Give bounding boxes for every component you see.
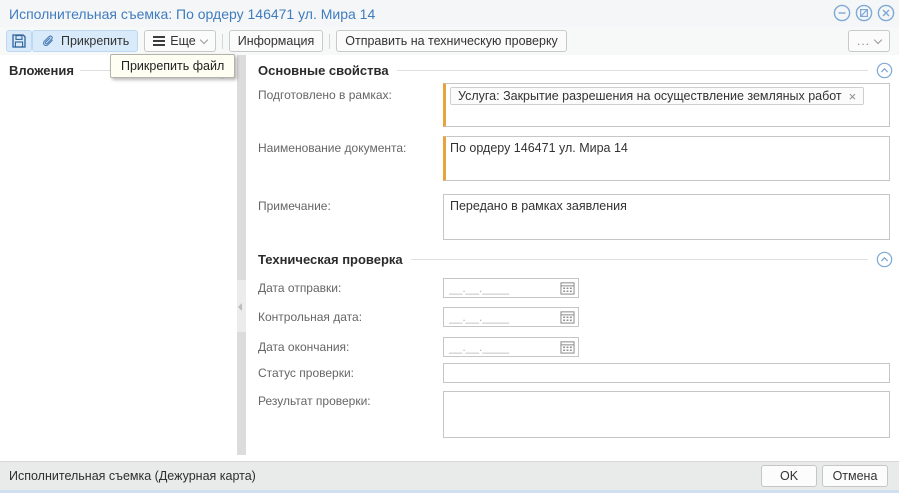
ok-button[interactable]: OK <box>761 465 817 487</box>
send-date-label: Дата отправки: <box>258 281 342 295</box>
check-status-label: Статус проверки: <box>258 366 354 380</box>
save-button[interactable] <box>6 30 32 52</box>
attach-button[interactable]: Прикрепить <box>32 30 139 52</box>
note-input[interactable]: Передано в рамках заявления <box>443 194 890 240</box>
check-result-input[interactable] <box>443 391 890 438</box>
calendar-icon <box>559 341 575 354</box>
header-rule <box>410 259 868 260</box>
minimize-icon <box>833 4 851 22</box>
toolbar-separator <box>329 33 331 49</box>
control-date-calendar-button[interactable] <box>556 308 578 326</box>
send-date-input[interactable] <box>444 279 556 297</box>
collapse-main-section-button[interactable] <box>876 62 893 79</box>
minimize-button[interactable] <box>833 4 851 22</box>
close-button[interactable] <box>877 4 895 22</box>
overflow-dots-label: ... <box>856 34 870 48</box>
more-button[interactable]: Еще <box>144 30 216 52</box>
restore-icon <box>855 4 873 22</box>
toolbar-left-group: Прикрепить Еще Информация Отправить на т… <box>6 30 567 52</box>
calendar-icon <box>559 282 575 295</box>
toolbar-separator <box>221 33 223 49</box>
end-date-calendar-button[interactable] <box>556 338 578 356</box>
attachments-panel-title: Вложения <box>9 63 74 78</box>
footer-bar: Исполнительная съемка (Дежурная карта) O… <box>0 461 899 490</box>
remove-tag-icon[interactable]: × <box>849 90 857 103</box>
cancel-button[interactable]: Отмена <box>822 465 888 487</box>
send-to-technical-check-button[interactable]: Отправить на техническую проверку <box>336 30 567 52</box>
main-section-title: Основные свойства <box>258 63 389 78</box>
attach-file-tooltip: Прикрепить файл <box>110 54 236 78</box>
attachments-panel: Вложения <box>0 55 237 461</box>
control-date-label: Контрольная дата: <box>258 310 363 324</box>
hamburger-icon <box>153 36 166 46</box>
splitter-grip[interactable] <box>237 280 246 332</box>
footer-status-text: Исполнительная съемка (Дежурная карта) <box>9 469 256 483</box>
toolbar-overflow-button[interactable]: ... <box>847 30 890 52</box>
close-icon <box>877 4 895 22</box>
prepared-within-tag-label: Услуга: Закрытие разрешения на осуществл… <box>458 89 842 103</box>
prepared-within-label: Подготовлено в рамках: <box>258 88 392 102</box>
control-date-field <box>443 307 579 327</box>
content-area: Вложения Основные свойства Подготовлено … <box>0 55 899 461</box>
header-rule <box>396 70 868 71</box>
control-date-input[interactable] <box>444 308 556 326</box>
chevron-down-icon <box>199 35 208 44</box>
save-icon <box>12 34 26 48</box>
check-section-title: Техническая проверка <box>258 252 403 267</box>
check-status-input[interactable] <box>443 363 890 383</box>
more-button-label: Еще <box>170 34 196 48</box>
panel-splitter[interactable] <box>237 55 246 455</box>
document-window: Исполнительная съемка: По ордеру 146471 … <box>0 0 899 493</box>
chevron-up-circle-icon <box>876 251 893 268</box>
end-date-field <box>443 337 579 357</box>
attach-button-label: Прикрепить <box>61 34 130 48</box>
toolbar: Прикрепить Еще Информация Отправить на т… <box>0 27 899 55</box>
end-date-label: Дата окончания: <box>258 340 350 354</box>
restore-button[interactable] <box>855 4 873 22</box>
window-controls <box>833 4 895 22</box>
send-date-calendar-button[interactable] <box>556 279 578 297</box>
chevron-down-icon <box>873 35 883 44</box>
collapse-check-section-button[interactable] <box>876 251 893 268</box>
paperclip-icon <box>43 35 53 46</box>
chevron-up-circle-icon <box>876 62 893 79</box>
page-title: Исполнительная съемка: По ордеру 146471 … <box>9 6 376 22</box>
prepared-within-field[interactable]: Услуга: Закрытие разрешения на осуществл… <box>443 83 890 127</box>
check-section-header: Техническая проверка <box>258 251 893 268</box>
prepared-within-tag[interactable]: Услуга: Закрытие разрешения на осуществл… <box>450 87 865 105</box>
send-button-label: Отправить на техническую проверку <box>345 34 558 48</box>
note-label: Примечание: <box>258 199 331 213</box>
document-name-input[interactable]: По ордеру 146471 ул. Мира 14 <box>443 136 890 181</box>
send-date-field <box>443 278 579 298</box>
check-result-label: Результат проверки: <box>258 394 371 408</box>
information-button[interactable]: Информация <box>228 30 324 52</box>
title-bar: Исполнительная съемка: По ордеру 146471 … <box>0 0 899 27</box>
end-date-input[interactable] <box>444 338 556 356</box>
calendar-icon <box>559 311 575 324</box>
information-button-label: Информация <box>237 34 315 48</box>
document-name-label: Наименование документа: <box>258 141 407 155</box>
main-section-header: Основные свойства <box>258 62 893 79</box>
form-panel: Основные свойства Подготовлено в рамках:… <box>246 55 899 461</box>
